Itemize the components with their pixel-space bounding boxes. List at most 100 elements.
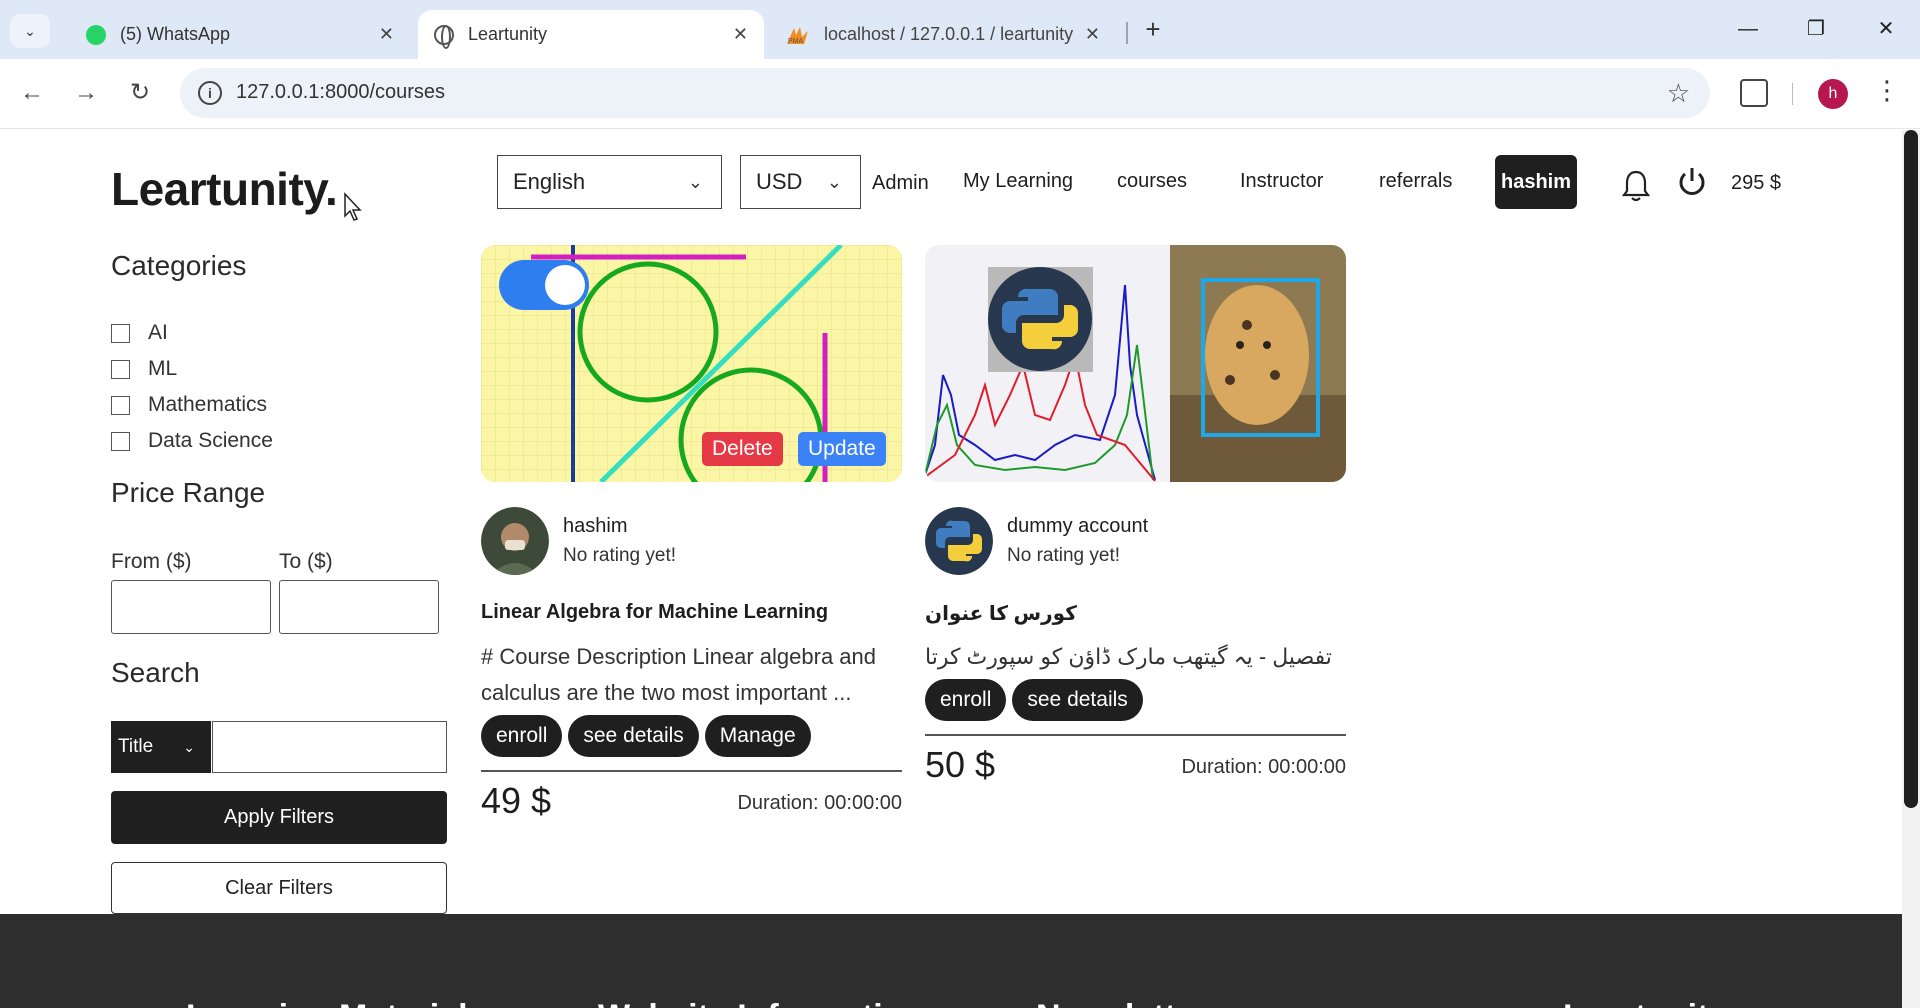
search-input[interactable]	[212, 721, 447, 773]
category-label: Mathematics	[148, 393, 268, 416]
price-to-label: To ($)	[279, 550, 333, 573]
course-rating: No rating yet!	[1007, 545, 1120, 566]
language-select[interactable]: English ⌄	[497, 155, 722, 209]
category-item-mathematics[interactable]: Mathematics	[111, 392, 267, 418]
footer-heading-leartunity: Leartunity	[1563, 998, 1727, 1008]
enroll-button[interactable]: enroll	[481, 715, 563, 757]
wallet-balance: 295 $	[1731, 172, 1782, 194]
language-value: English	[513, 169, 586, 194]
footer-heading-learning-materials: Learning Materials	[186, 998, 486, 1008]
nav-courses[interactable]: courses	[1117, 170, 1187, 193]
currency-select[interactable]: USD ⌄	[740, 155, 861, 209]
course-thumbnail[interactable]: Delete Update	[481, 245, 902, 482]
currency-value: USD	[756, 169, 803, 194]
category-checkbox[interactable]	[111, 395, 130, 415]
whatsapp-icon	[86, 24, 106, 45]
back-arrow-icon[interactable]: ←	[14, 75, 50, 111]
price-to-input[interactable]	[279, 580, 439, 634]
notification-bell-icon[interactable]	[1620, 168, 1652, 204]
nav-my-learning[interactable]: My Learning	[963, 170, 1073, 193]
tab-phpmyadmin[interactable]: PMA localhost / 127.0.0.1 / leartunity ✕	[770, 10, 1116, 59]
toolbar-separator	[1792, 83, 1793, 105]
course-thumbnail[interactable]	[925, 245, 1346, 482]
close-window-button[interactable]: ✕	[1866, 12, 1906, 46]
phpmyadmin-icon: PMA	[787, 26, 808, 45]
clear-filters-button[interactable]: Clear Filters	[111, 862, 447, 914]
site-logo[interactable]: Leartunity.	[111, 162, 338, 216]
search-heading: Search	[111, 657, 200, 688]
bookmark-star-icon[interactable]: ☆	[1667, 78, 1690, 109]
author-avatar[interactable]	[925, 507, 993, 575]
close-icon[interactable]: ✕	[733, 24, 748, 45]
course-description: # Course Description Linear algebra and …	[481, 644, 877, 705]
category-checkbox[interactable]	[111, 431, 130, 451]
category-checkbox[interactable]	[111, 359, 130, 379]
extensions-icon[interactable]	[1740, 79, 1768, 107]
footer-heading-newsletter: Newsletter	[1036, 998, 1208, 1008]
browser-toolbar: ← → ↻ i 127.0.0.1:8000/courses ☆ h ⋮	[0, 59, 1920, 129]
tab-whatsapp[interactable]: (5) WhatsApp ✕	[70, 10, 410, 59]
close-icon[interactable]: ✕	[379, 24, 394, 45]
category-checkbox[interactable]	[111, 323, 130, 343]
course-rating: No rating yet!	[563, 545, 676, 566]
nav-instructor[interactable]: Instructor	[1240, 170, 1323, 193]
reload-icon[interactable]: ↻	[122, 75, 158, 111]
tab-title: localhost / 127.0.0.1 / leartunity	[824, 24, 1074, 44]
card-divider	[925, 734, 1346, 736]
see-details-button[interactable]: see details	[568, 715, 699, 757]
author-avatar[interactable]	[481, 507, 549, 575]
site-footer: Learning Materials Website Information N…	[0, 914, 1902, 1008]
tab-search-button[interactable]: ⌄	[10, 14, 50, 48]
category-item-ml[interactable]: ML	[111, 356, 177, 382]
minimize-button[interactable]: —	[1728, 12, 1768, 46]
power-logout-icon[interactable]	[1676, 166, 1708, 198]
tab-title: (5) WhatsApp	[120, 24, 231, 44]
scrollbar-thumb[interactable]	[1904, 130, 1918, 808]
price-range-heading: Price Range	[111, 477, 266, 508]
user-menu-button[interactable]: hashim	[1495, 155, 1577, 209]
enroll-button[interactable]: enroll	[925, 679, 1007, 721]
nav-referrals[interactable]: referrals	[1379, 170, 1452, 193]
apply-filters-button[interactable]: Apply Filters	[111, 791, 447, 844]
delete-course-button[interactable]: Delete	[702, 432, 783, 466]
author-row: dummy account No rating yet!	[925, 507, 1148, 575]
author-row: hashim No rating yet!	[481, 507, 676, 575]
manage-button[interactable]: Manage	[704, 715, 811, 757]
course-actions: enroll see details	[925, 679, 1143, 721]
chevron-down-icon: ⌄	[826, 172, 842, 192]
category-item-data-science[interactable]: Data Science	[111, 428, 273, 454]
author-name[interactable]: hashim	[563, 515, 627, 538]
course-title[interactable]: Linear Algebra for Machine Learning	[481, 601, 828, 624]
course-title[interactable]: کورس کا عنوان	[925, 601, 1077, 626]
category-label: AI	[148, 321, 168, 344]
update-course-button[interactable]: Update	[798, 432, 886, 466]
course-card: dummy account No rating yet! کورس کا عنو…	[925, 245, 1346, 785]
category-item-ai[interactable]: AI	[111, 320, 168, 346]
new-tab-button[interactable]: +	[1138, 14, 1168, 44]
chevron-down-icon: ⌄	[24, 22, 36, 39]
profile-avatar[interactable]: h	[1818, 79, 1848, 109]
forward-arrow-icon[interactable]: →	[68, 75, 104, 111]
course-thumbnail-image	[925, 245, 1346, 482]
search-field-select[interactable]: Title ⌄	[111, 721, 211, 773]
close-icon[interactable]: ✕	[1085, 24, 1100, 45]
categories-heading: Categories	[111, 250, 247, 281]
site-info-icon[interactable]: i	[198, 81, 222, 105]
price-from-label: From ($)	[111, 550, 192, 573]
search-field-value: Title	[118, 736, 154, 757]
page-scrollbar[interactable]	[1902, 130, 1920, 1008]
category-label: Data Science	[148, 429, 273, 452]
restore-button[interactable]: ❐	[1796, 12, 1836, 46]
url-text[interactable]: 127.0.0.1:8000/courses	[236, 81, 445, 104]
tab-leartunity[interactable]: Leartunity ✕	[418, 10, 764, 59]
category-label: ML	[148, 357, 178, 380]
price-from-input[interactable]	[111, 580, 271, 634]
author-name[interactable]: dummy account	[1007, 515, 1148, 538]
address-bar[interactable]: i 127.0.0.1:8000/courses ☆	[180, 68, 1710, 118]
more-menu-icon[interactable]: ⋮	[1874, 75, 1900, 106]
nav-admin[interactable]: Admin	[872, 172, 929, 195]
course-price: 49 $	[481, 780, 552, 821]
see-details-button[interactable]: see details	[1012, 679, 1143, 721]
svg-text:PMA: PMA	[788, 38, 804, 45]
course-duration: Duration: 00:00:00	[737, 792, 902, 814]
